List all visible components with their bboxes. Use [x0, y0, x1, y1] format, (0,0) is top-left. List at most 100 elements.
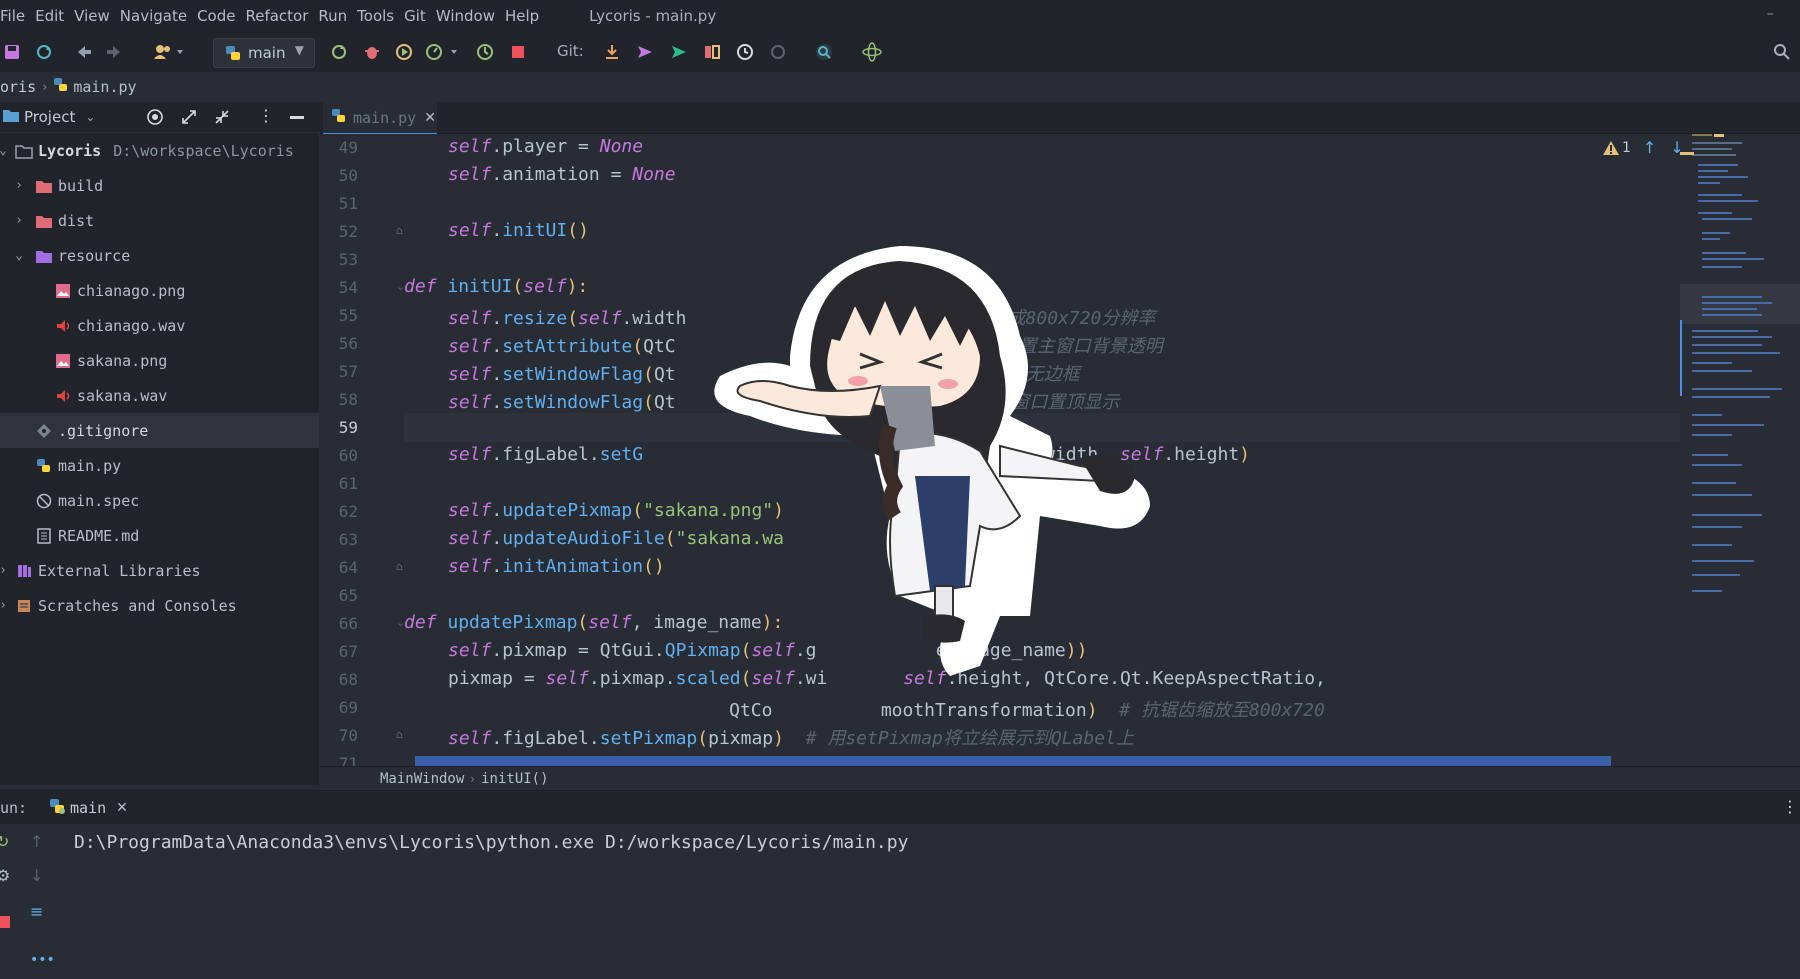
git-commit-icon[interactable]: [667, 40, 691, 64]
tree-item-sakana-wav[interactable]: sakana.wav: [0, 378, 319, 413]
menu-window[interactable]: Window: [436, 7, 505, 25]
more-options-icon[interactable]: ⋮: [1782, 797, 1798, 816]
tree-item-main-spec[interactable]: main.spec: [0, 483, 319, 518]
breadcrumb-separator: ›: [42, 79, 48, 95]
run-tab-main[interactable]: main ✕: [34, 791, 140, 828]
menu-view[interactable]: View: [74, 7, 120, 25]
search-icon[interactable]: [1770, 40, 1794, 64]
profile-icon[interactable]: [423, 40, 463, 64]
tree-item-gitignore[interactable]: .gitignore: [0, 413, 319, 448]
users-icon[interactable]: [150, 40, 190, 64]
save-icon[interactable]: [0, 40, 24, 64]
debug-icon[interactable]: [360, 40, 384, 64]
tree-item-chianago-wav[interactable]: chianago.wav: [0, 308, 319, 343]
locate-icon[interactable]: [146, 108, 164, 130]
hide-panel-icon[interactable]: [290, 116, 304, 119]
close-icon[interactable]: ✕: [424, 110, 436, 126]
git-update-icon[interactable]: [600, 40, 624, 64]
run-console[interactable]: ↻ ↑ ⚙ ↓ ≡ ••• D:\ProgramData\Anaconda3\e…: [0, 824, 1800, 979]
breadcrumb-file[interactable]: main.py: [73, 78, 136, 96]
sync-icon[interactable]: [32, 40, 56, 64]
concurrency-icon[interactable]: [473, 40, 497, 64]
fold-marker-icon[interactable]: ⌂: [396, 560, 403, 573]
project-panel-title[interactable]: Project: [24, 108, 75, 126]
tree-item-readme[interactable]: README.md: [0, 518, 319, 553]
menu-git[interactable]: Git: [404, 7, 436, 25]
python-icon: [48, 797, 66, 819]
back-icon[interactable]: [72, 40, 96, 64]
git-rollback-icon[interactable]: [766, 40, 790, 64]
collapsed-arrow-icon[interactable]: ›: [0, 563, 10, 578]
collapse-all-icon[interactable]: [213, 108, 231, 130]
tree-item-lycoris[interactable]: ⌄ Lycoris D:\workspace\Lycoris: [0, 133, 319, 168]
menu-help[interactable]: Help: [505, 7, 549, 25]
tree-item-chianago-png[interactable]: chianago.png: [0, 273, 319, 308]
close-icon[interactable]: ✕: [116, 800, 128, 816]
code-token: (: [697, 728, 709, 749]
run-coverage-icon[interactable]: [392, 40, 416, 64]
code-token: .animation =: [491, 164, 633, 185]
rerun-icon[interactable]: [327, 40, 351, 64]
up-icon[interactable]: ↑: [30, 832, 43, 851]
rerun-icon[interactable]: ↻: [0, 832, 9, 851]
previous-highlight-icon[interactable]: ↑: [1643, 138, 1656, 157]
tree-item-main-py[interactable]: main.py: [0, 448, 319, 483]
tree-item-external-libraries[interactable]: › External Libraries: [0, 553, 319, 588]
python-file-icon: [331, 108, 347, 128]
expand-all-icon[interactable]: [180, 108, 198, 130]
tree-item-build[interactable]: › build: [0, 168, 319, 203]
more-options-icon[interactable]: ⋮: [258, 106, 274, 125]
next-highlight-icon[interactable]: ↓: [1670, 138, 1680, 157]
collapsed-arrow-icon[interactable]: ›: [0, 598, 10, 613]
menu-tools[interactable]: Tools: [357, 7, 404, 25]
tree-item-sakana-png[interactable]: sakana.png: [0, 343, 319, 378]
code-token: setAttribute: [502, 336, 633, 357]
stop-icon[interactable]: [506, 40, 530, 64]
code-token: .: [491, 500, 503, 521]
collapsed-arrow-icon[interactable]: ›: [12, 178, 26, 193]
sakana-mascot-image[interactable]: [680, 236, 1160, 716]
expanded-arrow-icon[interactable]: ⌄: [12, 248, 26, 263]
down-icon[interactable]: ↓: [30, 866, 43, 885]
stop-icon[interactable]: [0, 916, 10, 928]
menu-code[interactable]: Code: [197, 7, 245, 25]
warning-icon: [1603, 140, 1619, 155]
menu-refactor[interactable]: Refactor: [245, 7, 318, 25]
forward-icon[interactable]: [102, 40, 126, 64]
run-config-selector[interactable]: main ▼: [213, 38, 315, 68]
code-token: self: [588, 612, 632, 633]
menu-edit[interactable]: Edit: [35, 7, 74, 25]
menu-navigate[interactable]: Navigate: [120, 7, 197, 25]
tree-item-scratches[interactable]: › Scratches and Consoles: [0, 588, 319, 623]
fold-marker-icon[interactable]: ⌂: [396, 224, 403, 237]
line-number: 63: [338, 530, 358, 549]
breadcrumb-project[interactable]: oris: [0, 78, 36, 96]
editor-tab-main-py[interactable]: main.py ✕: [323, 102, 437, 136]
code-token: self: [448, 500, 492, 521]
settings-icon[interactable]: ⚙: [0, 866, 10, 885]
fold-marker-icon[interactable]: ⌂: [396, 728, 403, 741]
code-token: self: [448, 640, 492, 661]
code-minimap[interactable]: [1680, 134, 1800, 764]
menu-file[interactable]: File: [0, 7, 35, 25]
breadcrumb-method[interactable]: initUI(): [481, 771, 548, 787]
expanded-arrow-icon[interactable]: ⌄: [0, 143, 10, 158]
search-everywhere-icon[interactable]: [812, 40, 836, 64]
tree-item-resource[interactable]: ⌄ resource: [0, 238, 319, 273]
soft-wrap-icon[interactable]: ≡: [30, 902, 43, 921]
code-token: updatePixmap: [447, 612, 578, 633]
git-history-icon[interactable]: [733, 40, 757, 64]
minimize-button[interactable]: –: [1767, 4, 1775, 22]
git-compare-icon[interactable]: [700, 40, 724, 64]
inspection-widget[interactable]: 1 ↑ ↓: [1602, 138, 1680, 157]
menu-run[interactable]: Run: [318, 7, 357, 25]
code-token: def: [404, 612, 448, 633]
plugin-icon[interactable]: [860, 40, 884, 64]
collapsed-arrow-icon[interactable]: ›: [12, 213, 26, 228]
git-push-icon[interactable]: [633, 40, 657, 64]
horizontal-scrollbar[interactable]: [415, 756, 1611, 766]
more-icon[interactable]: •••: [30, 952, 55, 968]
tree-item-dist[interactable]: › dist: [0, 203, 319, 238]
chevron-down-icon[interactable]: ⌄: [85, 110, 95, 124]
breadcrumb-class[interactable]: MainWindow: [380, 771, 464, 787]
